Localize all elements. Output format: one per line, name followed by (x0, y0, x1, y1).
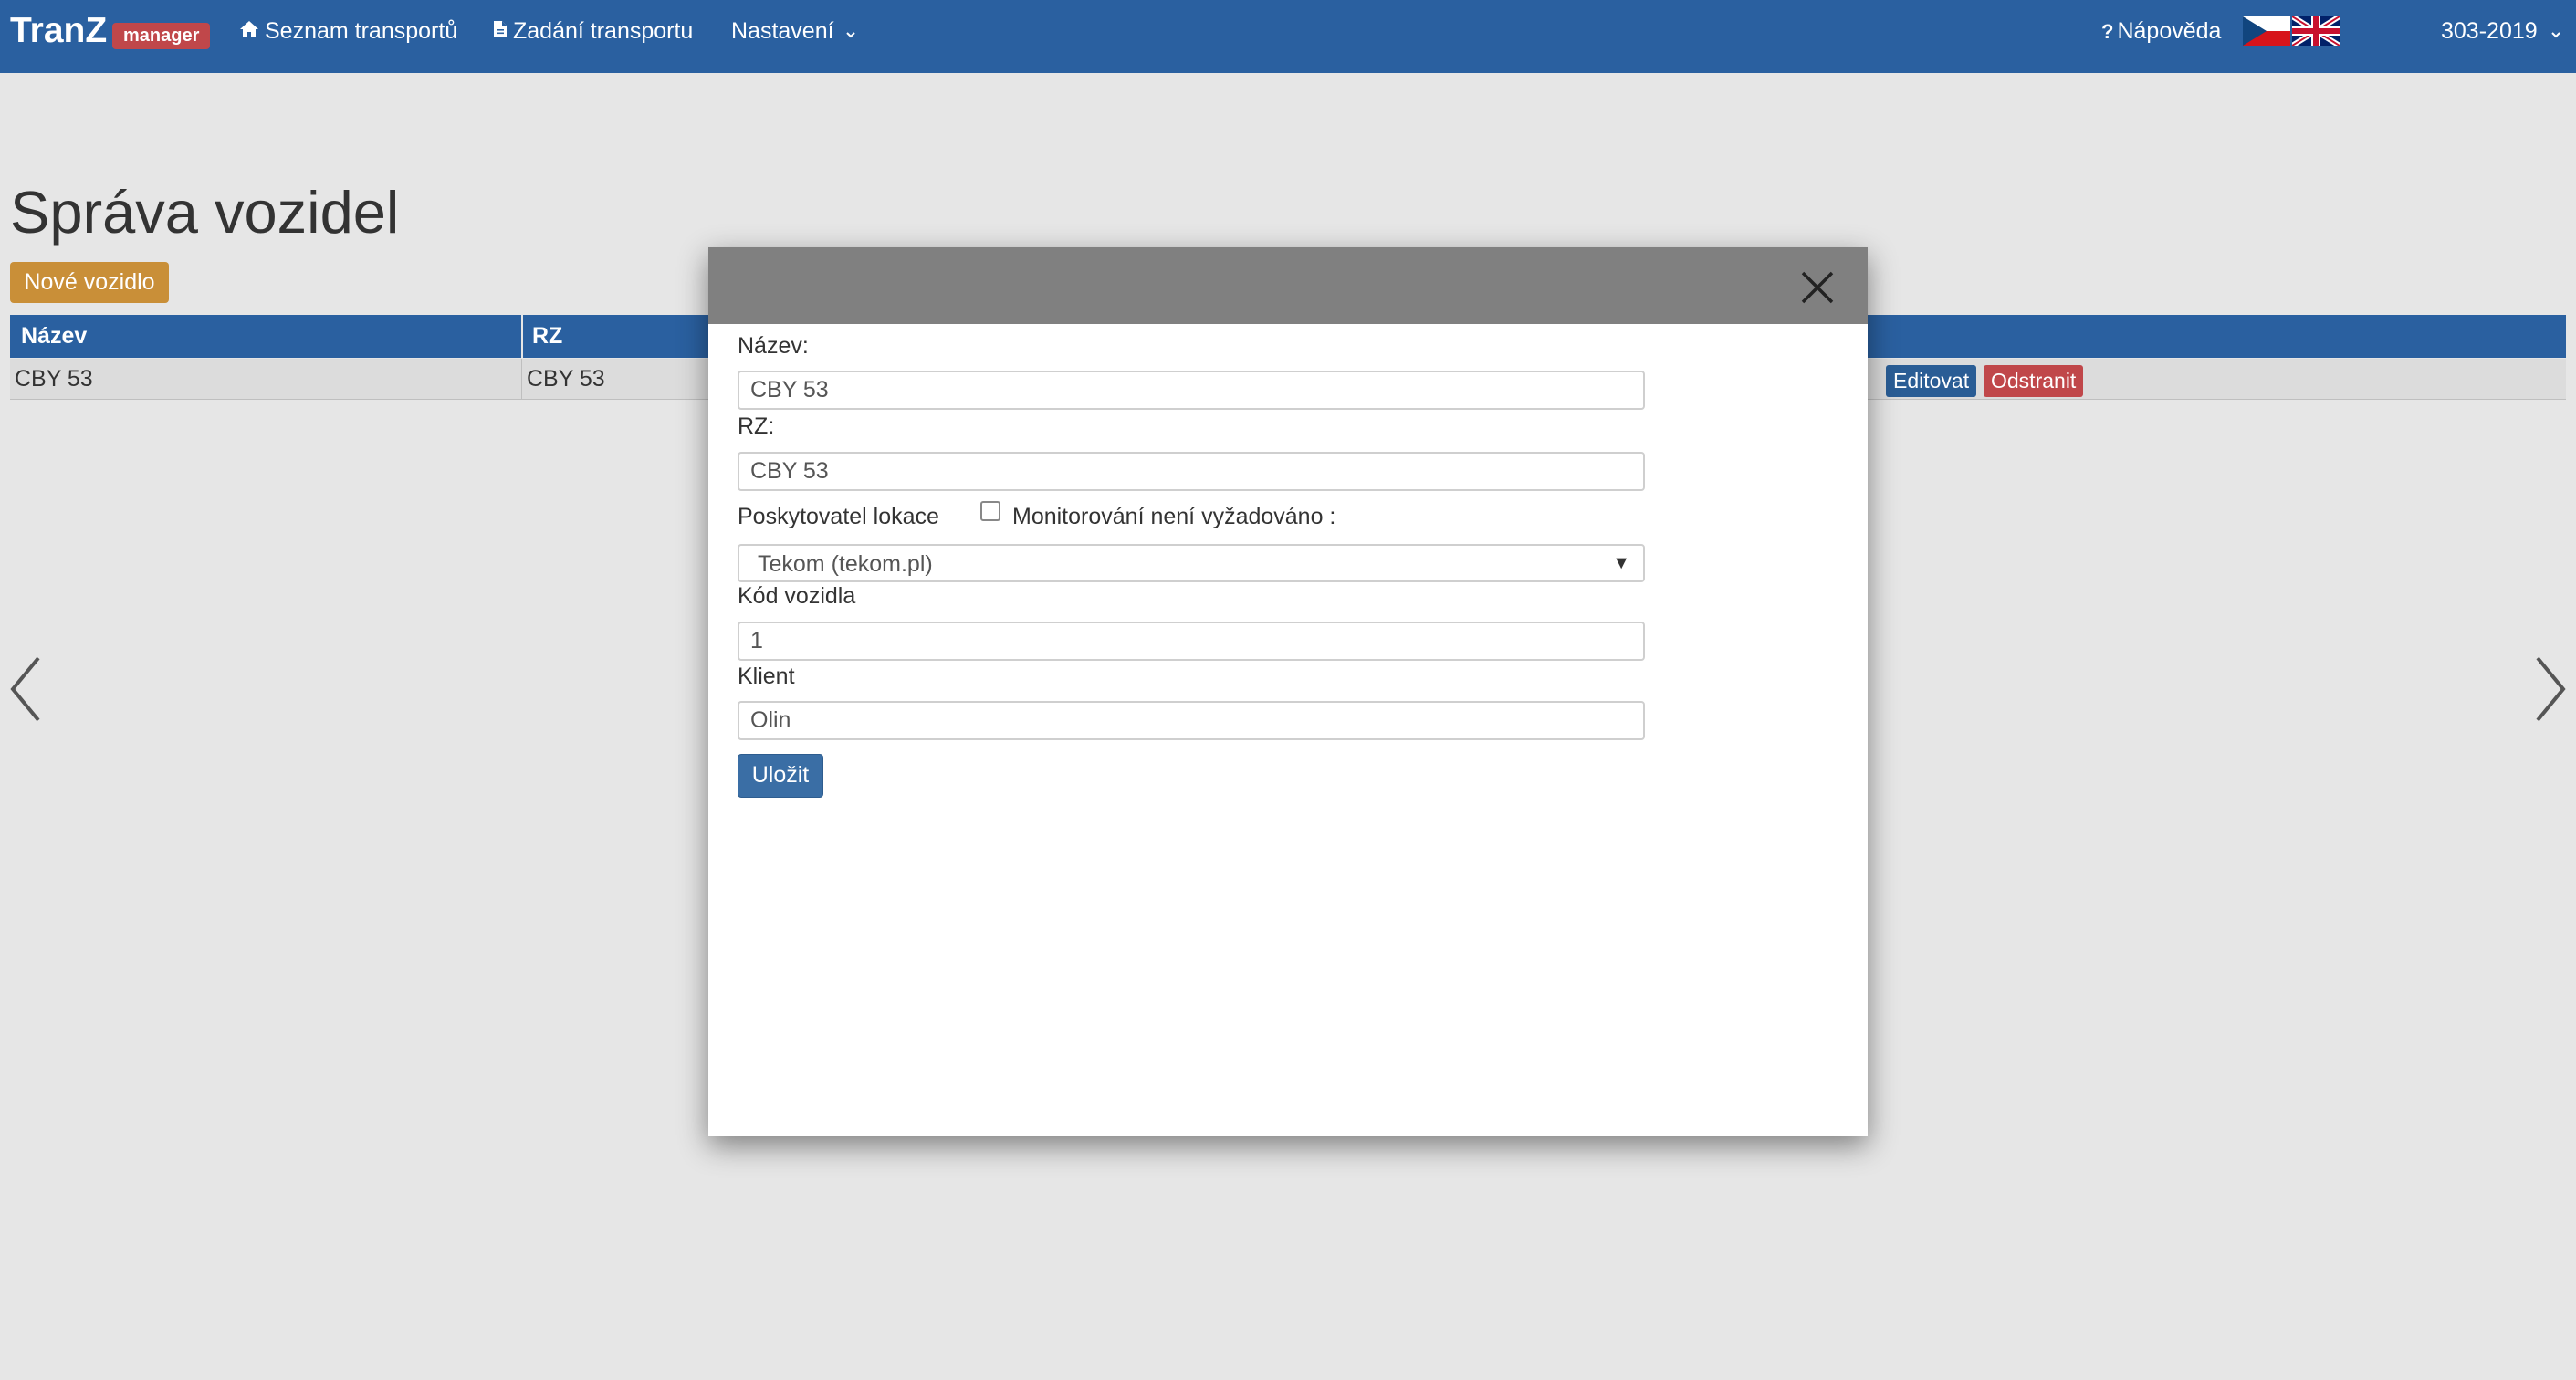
user-menu-dropdown[interactable]: 303-2019 (2441, 18, 2560, 45)
monitoring-label: Monitorování není vyžadováno : (1012, 504, 1336, 529)
manager-badge: manager (112, 23, 211, 49)
delete-button[interactable]: Odstranit (1984, 365, 2084, 397)
nav-seznam-transportu[interactable]: Seznam transportů (239, 18, 457, 45)
close-icon[interactable] (1799, 269, 1836, 306)
edit-button[interactable]: Editovat (1886, 365, 1977, 397)
uk-flag-icon[interactable] (2292, 16, 2340, 46)
modal-header (708, 247, 1868, 324)
chevron-left-icon[interactable] (7, 653, 44, 726)
chevron-right-icon[interactable] (2532, 653, 2569, 726)
column-header-rz[interactable]: RZ (532, 315, 562, 358)
help-label: Nápověda (2117, 18, 2222, 44)
cell-rz: CBY 53 (527, 365, 605, 392)
new-vehicle-button[interactable]: Nové vozidlo (10, 262, 169, 303)
document-icon (494, 21, 507, 37)
rz-input[interactable] (738, 452, 1645, 491)
caret-down-icon: ▼ (1612, 553, 1630, 573)
nav-label: Zadání transportu (513, 18, 694, 44)
save-button[interactable]: Uložit (738, 754, 823, 798)
provider-selected-value: Tekom (tekom.pl) (758, 551, 933, 577)
nav-label: Nastavení (731, 18, 834, 44)
nav-zadani-transportu[interactable]: Zadání transportu (493, 18, 693, 45)
provider-select[interactable]: Tekom (tekom.pl) ▼ (738, 544, 1645, 582)
nav-label: Seznam transportů (265, 18, 458, 44)
rz-label: RZ: (738, 413, 775, 439)
cell-name: CBY 53 (15, 365, 93, 392)
czech-flag-icon[interactable] (2243, 16, 2290, 46)
provider-label: Poskytovatel lokace (738, 504, 939, 529)
top-navbar: TranZ manager Seznam transportů Zadání t… (0, 0, 2576, 73)
column-divider (521, 359, 522, 399)
edit-vehicle-modal: Název: RZ: Poskytovatel lokace Monitorov… (708, 247, 1868, 1136)
name-label: Název: (738, 333, 809, 359)
name-input[interactable] (738, 371, 1645, 410)
home-icon (240, 21, 258, 37)
client-label: Klient (738, 664, 795, 689)
nav-help[interactable]: ? Nápověda (2101, 18, 2221, 45)
user-label: 303-2019 (2441, 18, 2538, 44)
monitoring-checkbox[interactable] (980, 501, 1000, 521)
client-input[interactable] (738, 701, 1645, 740)
column-divider (521, 315, 523, 358)
page-title: Správa vozidel (10, 179, 400, 246)
vehicle-code-label: Kód vozidla (738, 583, 856, 609)
nav-nastaveni-dropdown[interactable]: Nastavení (731, 18, 855, 45)
column-header-name[interactable]: Název (21, 315, 87, 358)
brand-logo[interactable]: TranZ (10, 11, 107, 51)
chevron-down-icon (2550, 32, 2560, 38)
question-icon: ? (2101, 20, 2114, 43)
vehicle-code-input[interactable] (738, 622, 1645, 661)
chevron-down-icon (845, 32, 855, 38)
